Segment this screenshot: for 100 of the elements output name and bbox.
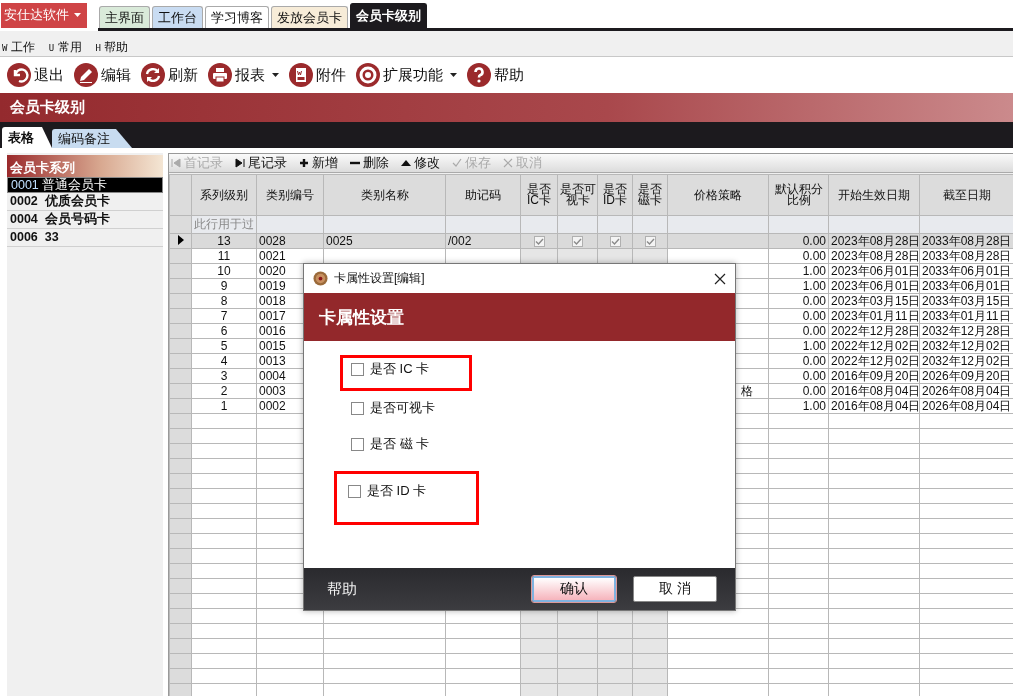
toolbar-button[interactable]: 编辑 — [74, 63, 131, 87]
current-row-icon — [177, 235, 184, 245]
grid-toolbar-button[interactable]: 修改 — [401, 154, 440, 172]
checkbox-option[interactable]: 是否 IC 卡 — [351, 360, 430, 378]
plus-icon — [299, 158, 309, 168]
table-cell: 2022年12月02日 — [828, 338, 920, 354]
help-icon — [467, 63, 491, 87]
grid-toolbar-button[interactable]: 尾记录 — [235, 154, 287, 172]
table-cell: 2026年08月04日 — [919, 398, 1013, 414]
column-header[interactable]: 是否可视卡 — [557, 174, 598, 216]
pencil-icon — [74, 63, 98, 87]
series-item[interactable]: 0002 优质会员卡 — [7, 193, 163, 211]
table-cell: 7 — [191, 308, 257, 324]
document-icon — [289, 63, 313, 87]
grid-checkbox[interactable] — [609, 236, 621, 248]
table-cell: 0.00 — [768, 248, 829, 264]
table-cell: 2032年12月28日 — [919, 323, 1013, 339]
cross-icon — [503, 158, 513, 168]
page-tab[interactable]: 学习博客 — [205, 6, 269, 28]
menu-item[interactable]: W 工作 — [2, 39, 35, 56]
table-cell: 2023年06月01日 — [828, 278, 920, 294]
column-header[interactable]: 是否IC卡 — [520, 174, 558, 216]
page-tab[interactable]: 主界面 — [99, 6, 150, 28]
table-cell: 0.00 — [768, 353, 829, 369]
checkbox-option[interactable]: 是否 磁 卡 — [351, 435, 430, 453]
dialog-button[interactable]: 确认 — [532, 576, 616, 602]
series-item[interactable]: 0001 普通会员卡 — [7, 177, 163, 193]
table-cell: 6 — [191, 323, 257, 339]
column-header[interactable]: 系列级别 — [191, 174, 257, 216]
refresh-icon — [141, 63, 165, 87]
column-header[interactable]: 是否ID卡 — [597, 174, 633, 216]
column-header[interactable]: 价格策略 — [667, 174, 769, 216]
page-tab[interactable]: 工作台 — [152, 6, 203, 28]
grid-checkbox[interactable] — [533, 236, 545, 248]
table-cell: 0.00 — [768, 368, 829, 384]
view-tab[interactable]: 编码备注 — [52, 129, 132, 148]
column-header[interactable]: 开始生效日期 — [828, 174, 920, 216]
checkbox[interactable] — [351, 362, 364, 376]
toolbar-button[interactable]: 退出 — [7, 63, 64, 87]
up-triangle-icon — [401, 158, 411, 168]
checkmark-icon — [452, 158, 462, 168]
column-header[interactable]: 类别名称 — [323, 174, 446, 216]
toolbar-button[interactable]: 附件 — [289, 63, 346, 87]
grid-toolbar-button[interactable]: 删除 — [350, 154, 389, 172]
page-tab[interactable]: 会员卡级别 — [350, 3, 427, 28]
column-header[interactable]: 类别编号 — [256, 174, 324, 216]
table-cell: 2023年06月01日 — [828, 263, 920, 279]
table-cell: 2032年12月02日 — [919, 353, 1013, 369]
table-cell: 2023年03月15日 — [828, 293, 920, 309]
grid-checkbox[interactable] — [644, 236, 656, 248]
grid-toolbar-button[interactable]: 新增 — [299, 154, 338, 172]
column-header[interactable]: 是否磁卡 — [632, 174, 668, 216]
caret-icon — [74, 13, 81, 17]
table-cell: 2023年01月11日 — [828, 308, 920, 324]
last-record-icon — [235, 158, 245, 168]
dialog-button[interactable]: 取 消 — [633, 576, 717, 602]
checkbox-option[interactable]: 是否 ID 卡 — [348, 482, 427, 500]
table-cell: 0.00 — [768, 323, 829, 339]
toolbar-button[interactable]: 报表 — [208, 63, 279, 87]
page-title: 会员卡级别 — [10, 98, 85, 117]
table-cell: 2033年03月15日 — [919, 293, 1013, 309]
checkbox[interactable] — [351, 437, 364, 451]
table-cell: 9 — [191, 278, 257, 294]
app-menu-button[interactable]: 安仕达软件 — [1, 2, 87, 28]
toolbar-button[interactable]: 帮助 — [467, 63, 524, 87]
lifebuoy-icon — [356, 63, 380, 87]
menu-item[interactable]: U 常用 — [48, 39, 82, 56]
series-item[interactable]: 0004 会员号码卡 — [7, 211, 163, 229]
menu-item[interactable]: H 帮助 — [95, 39, 129, 56]
table-cell: 1 — [191, 398, 257, 414]
table-cell: 1.00 — [768, 278, 829, 294]
table-cell: 2022年12月28日 — [828, 323, 920, 339]
help-link[interactable]: 帮助 — [327, 579, 532, 599]
table-cell: 2 — [191, 383, 257, 399]
table-cell: 0.00 — [768, 383, 829, 399]
table-cell: 5 — [191, 338, 257, 354]
table-cell: 11 — [191, 248, 257, 264]
grid-checkbox[interactable] — [572, 236, 583, 248]
view-tab[interactable]: 表格 — [2, 127, 52, 148]
table-cell: 8 — [191, 293, 257, 309]
table-cell: 2033年06月01日 — [919, 278, 1013, 294]
column-header[interactable]: 助记码 — [445, 174, 521, 216]
table-cell: 1.00 — [768, 263, 829, 279]
table-cell: 2016年08月04日 — [828, 383, 920, 399]
checkbox[interactable] — [351, 401, 364, 415]
table-cell: 4 — [191, 353, 257, 369]
series-item[interactable]: 0006 33 — [7, 229, 163, 247]
column-header[interactable]: 截至日期 — [919, 174, 1013, 216]
table-cell: 10 — [191, 263, 257, 279]
toolbar-button[interactable]: 扩展功能 — [356, 63, 457, 87]
column-header[interactable]: 默认积分比例 — [768, 174, 829, 216]
page-tab[interactable]: 发放会员卡 — [271, 6, 348, 28]
table-cell: 3 — [191, 368, 257, 384]
table-cell: 2033年06月01日 — [919, 263, 1013, 279]
checkbox[interactable] — [348, 484, 361, 498]
table-cell: 2033年08月28日 — [919, 248, 1013, 264]
checkbox-option[interactable]: 是否可视卡 — [351, 399, 435, 417]
toolbar-button[interactable]: 刷新 — [141, 63, 198, 87]
table-cell: 2026年08月04日 — [919, 383, 1013, 399]
cookie-icon — [313, 271, 328, 286]
